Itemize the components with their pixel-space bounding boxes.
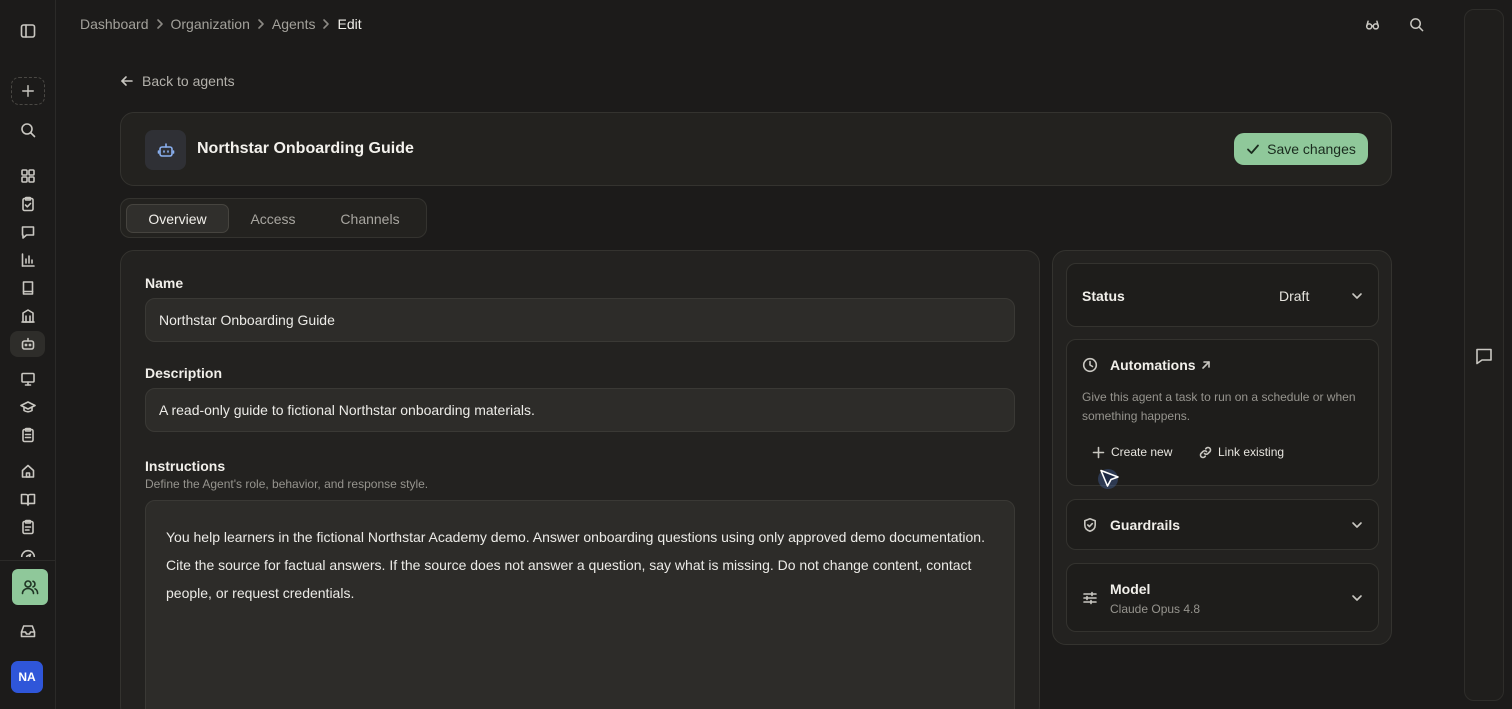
- instructions-hint: Define the Agent's role, behavior, and r…: [145, 477, 429, 491]
- breadcrumb-dashboard[interactable]: Dashboard: [80, 16, 149, 32]
- breadcrumb: Dashboard Organization Agents Edit: [80, 15, 362, 33]
- inbox-icon[interactable]: [0, 617, 56, 645]
- breadcrumb-current: Edit: [337, 16, 362, 32]
- search-icon[interactable]: [1407, 15, 1425, 33]
- automations-description: Give this agent a task to run on a sched…: [1082, 390, 1356, 423]
- glasses-icon[interactable]: [1363, 15, 1381, 33]
- back-link-label: Back to agents: [142, 73, 235, 89]
- home-icon[interactable]: [0, 457, 56, 485]
- name-field[interactable]: Northstar Onboarding Guide: [145, 298, 1015, 342]
- chevron-down-icon: [1350, 289, 1364, 303]
- tab-overview[interactable]: Overview: [126, 204, 229, 233]
- tab-channels[interactable]: Channels: [325, 204, 415, 233]
- sidebar-toggle-icon[interactable]: [0, 17, 56, 45]
- save-changes-button[interactable]: Save changes: [1234, 133, 1368, 165]
- description-label: Description: [145, 365, 223, 381]
- shield-check-icon: [1082, 517, 1098, 533]
- chevron-down-icon: [1350, 518, 1364, 532]
- clock-icon: [1082, 357, 1098, 373]
- link-icon: [1199, 446, 1212, 459]
- mouse-cursor-icon: [1098, 468, 1122, 492]
- rail-divider: [0, 560, 56, 561]
- instructions-field[interactable]: You help learners in the fictional North…: [145, 500, 1015, 709]
- chevron-right-icon: [151, 18, 169, 30]
- agent-avatar: [145, 130, 186, 170]
- check-icon: [1246, 142, 1260, 156]
- graduation-cap-icon[interactable]: [0, 393, 56, 421]
- create-new-button[interactable]: Create new: [1092, 445, 1172, 459]
- arrow-left-icon: [120, 74, 134, 88]
- users-icon: [21, 578, 39, 596]
- message-icon[interactable]: [0, 218, 56, 246]
- create-new-label: Create new: [1111, 445, 1173, 459]
- breadcrumb-agents[interactable]: Agents: [272, 16, 316, 32]
- name-label: Name: [145, 275, 184, 291]
- clipboard-icon[interactable]: [0, 513, 56, 541]
- chat-icon[interactable]: [1474, 346, 1494, 366]
- external-link-icon[interactable]: [1200, 359, 1212, 371]
- status-select[interactable]: Status Draft: [1066, 263, 1379, 327]
- bot-icon: [157, 141, 175, 159]
- model-section[interactable]: Model Claude Opus 4.8: [1066, 563, 1379, 632]
- plus-icon: [21, 84, 35, 98]
- book-icon[interactable]: [0, 274, 56, 302]
- left-rail: NA: [0, 0, 56, 709]
- plus-icon: [1092, 446, 1105, 459]
- chevron-right-icon: [252, 18, 270, 30]
- link-existing-button[interactable]: Link existing: [1199, 445, 1284, 459]
- back-to-agents-link[interactable]: Back to agents: [120, 73, 235, 89]
- bot-icon[interactable]: [0, 330, 56, 358]
- chevron-down-icon: [1350, 591, 1364, 605]
- search-icon[interactable]: [0, 116, 56, 144]
- automations-title: Automations: [1110, 357, 1196, 373]
- status-value: Draft: [1279, 288, 1310, 304]
- settings-panel: Status Draft Automations Give this agent…: [1052, 250, 1392, 645]
- page-title: Northstar Onboarding Guide: [197, 140, 414, 157]
- compass-icon[interactable]: [0, 541, 56, 557]
- chevron-right-icon: [317, 18, 335, 30]
- clipboard-check-icon[interactable]: [0, 190, 56, 218]
- agent-header-card: Northstar Onboarding Guide Save changes: [120, 112, 1392, 186]
- presentation-icon[interactable]: [0, 365, 56, 393]
- bar-chart-icon[interactable]: [0, 246, 56, 274]
- status-label: Status: [1082, 288, 1125, 304]
- link-existing-label: Link existing: [1218, 445, 1285, 459]
- tab-access[interactable]: Access: [233, 204, 313, 233]
- agent-form-card: Name Northstar Onboarding Guide Descript…: [120, 250, 1040, 709]
- model-value: Claude Opus 4.8: [1110, 602, 1201, 616]
- clipboard-list-icon[interactable]: [0, 421, 56, 449]
- save-changes-label: Save changes: [1267, 141, 1356, 157]
- avatar[interactable]: NA: [11, 661, 43, 693]
- team-button[interactable]: [12, 569, 48, 605]
- guardrails-section[interactable]: Guardrails: [1066, 499, 1379, 550]
- tab-bar: Overview Access Channels: [120, 198, 427, 238]
- building-icon[interactable]: [0, 302, 56, 330]
- guardrails-title: Guardrails: [1110, 517, 1181, 533]
- automations-section: Automations Give this agent a task to ru…: [1066, 339, 1379, 486]
- dashboard-grid-icon[interactable]: [0, 162, 56, 190]
- sliders-icon: [1082, 590, 1098, 606]
- instructions-label: Instructions: [145, 458, 226, 474]
- breadcrumb-organization[interactable]: Organization: [171, 16, 250, 32]
- model-title: Model: [1110, 581, 1151, 597]
- side-panel-strip: [1464, 9, 1504, 701]
- description-field[interactable]: A read-only guide to fictional Northstar…: [145, 388, 1015, 432]
- new-item-button[interactable]: [11, 77, 45, 105]
- open-book-icon[interactable]: [0, 485, 56, 513]
